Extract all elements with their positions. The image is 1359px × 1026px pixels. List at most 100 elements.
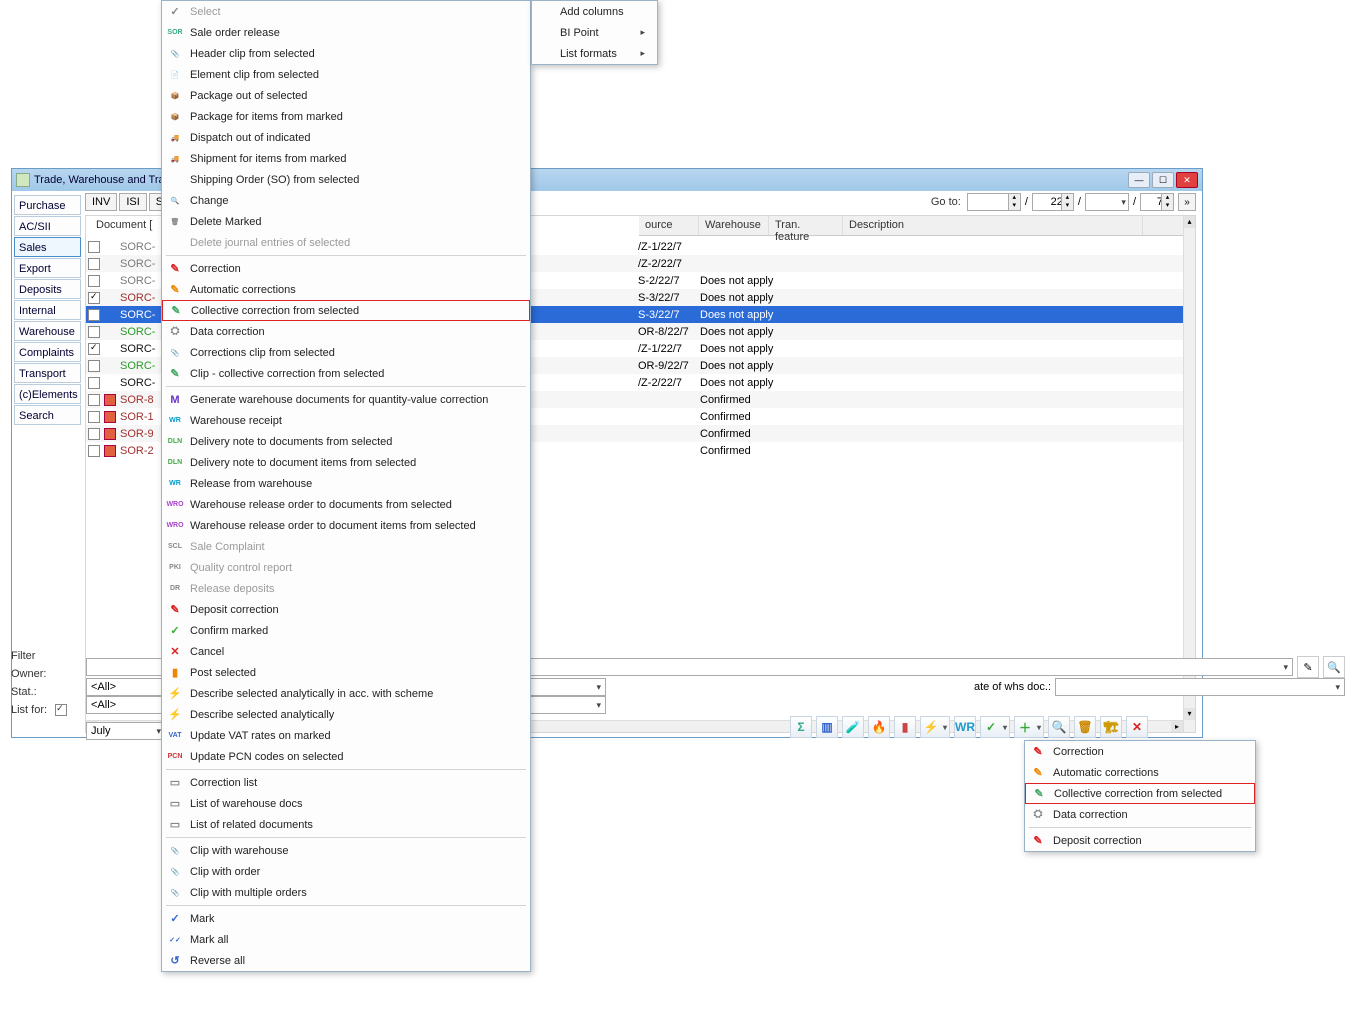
row-checkbox[interactable] <box>88 377 100 389</box>
nav-sales[interactable]: Sales <box>14 237 81 257</box>
listfor-checkbox[interactable] <box>55 704 67 716</box>
menu-item[interactable]: 📎Clip with multiple orders <box>162 882 530 903</box>
nav-acsii[interactable]: AC/SII <box>14 216 81 236</box>
nav-deposits[interactable]: Deposits <box>14 279 81 299</box>
row-checkbox[interactable] <box>88 411 100 423</box>
close-button[interactable]: ✕ <box>1176 172 1198 188</box>
menu-item[interactable]: ✓Confirm marked <box>162 620 530 641</box>
col-header[interactable]: Tran. feature <box>769 216 843 235</box>
row-checkbox[interactable] <box>88 428 100 440</box>
menu-item[interactable]: ✎Collective correction from selected <box>1025 783 1255 804</box>
menu-item[interactable]: 🚚Shipment for items from marked <box>162 148 530 169</box>
row-checkbox[interactable] <box>88 241 100 253</box>
row-checkbox[interactable] <box>88 275 100 287</box>
menu-item[interactable]: 📄Element clip from selected <box>162 64 530 85</box>
menu-item[interactable]: 📎Corrections clip from selected <box>162 342 530 363</box>
row-checkbox[interactable] <box>88 394 100 406</box>
toolbar-button[interactable]: 🧪 <box>842 716 864 738</box>
menu-item[interactable]: 📎Header clip from selected <box>162 43 530 64</box>
whs-state-combo[interactable] <box>1055 678 1345 696</box>
menu-item[interactable]: Shipping Order (SO) from selected <box>162 169 530 190</box>
menu-item[interactable]: ▮Post selected <box>162 662 530 683</box>
menu-item[interactable]: WRRelease from warehouse <box>162 473 530 494</box>
menu-item[interactable]: ▭List of related documents <box>162 814 530 835</box>
menu-item[interactable]: WROWarehouse release order to document i… <box>162 515 530 536</box>
goto-field3[interactable] <box>1085 193 1129 211</box>
menu-item[interactable]: Add columns <box>532 1 657 22</box>
menu-item[interactable]: VATUpdate VAT rates on marked <box>162 725 530 746</box>
nav-search[interactable]: Search <box>14 405 81 425</box>
toolbar-button[interactable]: 🔥 <box>868 716 890 738</box>
row-checkbox[interactable] <box>88 360 100 372</box>
row-checkbox[interactable] <box>88 292 100 304</box>
menu-item[interactable]: DLNDelivery note to documents from selec… <box>162 431 530 452</box>
toolbar-button[interactable]: ▮ <box>894 716 916 738</box>
menu-item[interactable]: ⚡Describe selected analytically in acc. … <box>162 683 530 704</box>
toolbar-button[interactable]: ⚡ <box>920 716 950 738</box>
toolbar-button[interactable]: WR <box>954 716 976 738</box>
nav-export[interactable]: Export <box>14 258 81 278</box>
menu-item[interactable]: ✎Correction <box>162 258 530 279</box>
menu-item[interactable]: ✎Automatic corrections <box>162 279 530 300</box>
menu-item[interactable]: List formats▸ <box>532 43 657 64</box>
col-header[interactable]: Warehouse <box>699 216 769 235</box>
col-header[interactable]: ource <box>639 216 699 235</box>
nav-warehouse[interactable]: Warehouse <box>14 321 81 341</box>
toolbar-button[interactable]: ✓ <box>980 716 1010 738</box>
row-checkbox[interactable] <box>88 258 100 270</box>
menu-item[interactable]: ✎Deposit correction <box>1025 830 1255 851</box>
row-checkbox[interactable] <box>88 343 100 355</box>
menu-item[interactable]: ▭List of warehouse docs <box>162 793 530 814</box>
menu-item[interactable]: PCNUpdate PCN codes on selected <box>162 746 530 767</box>
menu-item[interactable]: ⚡Describe selected analytically <box>162 704 530 725</box>
minimize-button[interactable]: — <box>1128 172 1150 188</box>
row-checkbox[interactable] <box>88 309 100 321</box>
menu-item[interactable]: BI Point▸ <box>532 22 657 43</box>
menu-item[interactable]: WROWarehouse release order to documents … <box>162 494 530 515</box>
toolbar-button[interactable]: 🏗 <box>1100 716 1122 738</box>
filter-apply-button[interactable]: 🔍 <box>1323 656 1345 678</box>
goto-field1[interactable]: ▴▾ <box>967 193 1021 211</box>
menu-item[interactable]: ✓✓Mark all <box>162 929 530 950</box>
menu-item[interactable]: ✎Clip - collective correction from selec… <box>162 363 530 384</box>
menu-item[interactable]: ✎Collective correction from selected <box>162 300 530 321</box>
menu-item[interactable]: ⛭Data correction <box>1025 804 1255 825</box>
maximize-button[interactable]: ☐ <box>1152 172 1174 188</box>
dropdown-correction[interactable]: ✎Correction✎Automatic corrections✎Collec… <box>1024 740 1256 852</box>
toolbar-button[interactable]: ✕ <box>1126 716 1148 738</box>
menu-item[interactable]: ✎Deposit correction <box>162 599 530 620</box>
menu-item[interactable]: ✎Automatic corrections <box>1025 762 1255 783</box>
scrollbar-vertical[interactable]: ▴▾ <box>1183 216 1195 732</box>
menu-item[interactable]: 🚚Dispatch out of indicated <box>162 127 530 148</box>
nav-complaints[interactable]: Complaints <box>14 342 81 362</box>
menu-item[interactable]: ✕Cancel <box>162 641 530 662</box>
tab-isi[interactable]: ISI <box>119 193 146 211</box>
menu-item[interactable]: MGenerate warehouse documents for quanti… <box>162 389 530 410</box>
menu-item[interactable]: ▭Correction list <box>162 772 530 793</box>
menu-item[interactable]: DLNDelivery note to document items from … <box>162 452 530 473</box>
nav-celements[interactable]: (c)Elements <box>14 384 81 404</box>
menu-item[interactable]: WRWarehouse receipt <box>162 410 530 431</box>
toolbar-button[interactable]: ▥ <box>816 716 838 738</box>
goto-field4[interactable]: 7▴▾ <box>1140 193 1174 211</box>
nav-transport[interactable]: Transport <box>14 363 81 383</box>
menu-item[interactable]: ✓Mark <box>162 908 530 929</box>
menu-item[interactable]: 🔍Change <box>162 190 530 211</box>
toolbar-button[interactable]: 🔍 <box>1048 716 1070 738</box>
context-menu-columns[interactable]: Add columnsBI Point▸List formats▸ <box>531 0 658 65</box>
goto-field2[interactable]: 22▴▾ <box>1032 193 1074 211</box>
filter-build-button[interactable]: ✎ <box>1297 656 1319 678</box>
menu-item[interactable]: 📦Package out of selected <box>162 85 530 106</box>
menu-item[interactable]: ↺Reverse all <box>162 950 530 971</box>
row-checkbox[interactable] <box>88 326 100 338</box>
goto-go-button[interactable]: » <box>1178 193 1196 211</box>
menu-item[interactable]: SORSale order release <box>162 22 530 43</box>
row-checkbox[interactable] <box>88 445 100 457</box>
menu-item[interactable]: 📎Clip with warehouse <box>162 840 530 861</box>
col-header[interactable]: Description <box>843 216 1143 235</box>
menu-item[interactable]: 📎Clip with order <box>162 861 530 882</box>
menu-item[interactable]: 🗑Delete Marked <box>162 211 530 232</box>
toolbar-button[interactable]: 🗑 <box>1074 716 1096 738</box>
menu-item[interactable]: ✎Correction <box>1025 741 1255 762</box>
toolbar-button[interactable]: ＋ <box>1014 716 1044 738</box>
